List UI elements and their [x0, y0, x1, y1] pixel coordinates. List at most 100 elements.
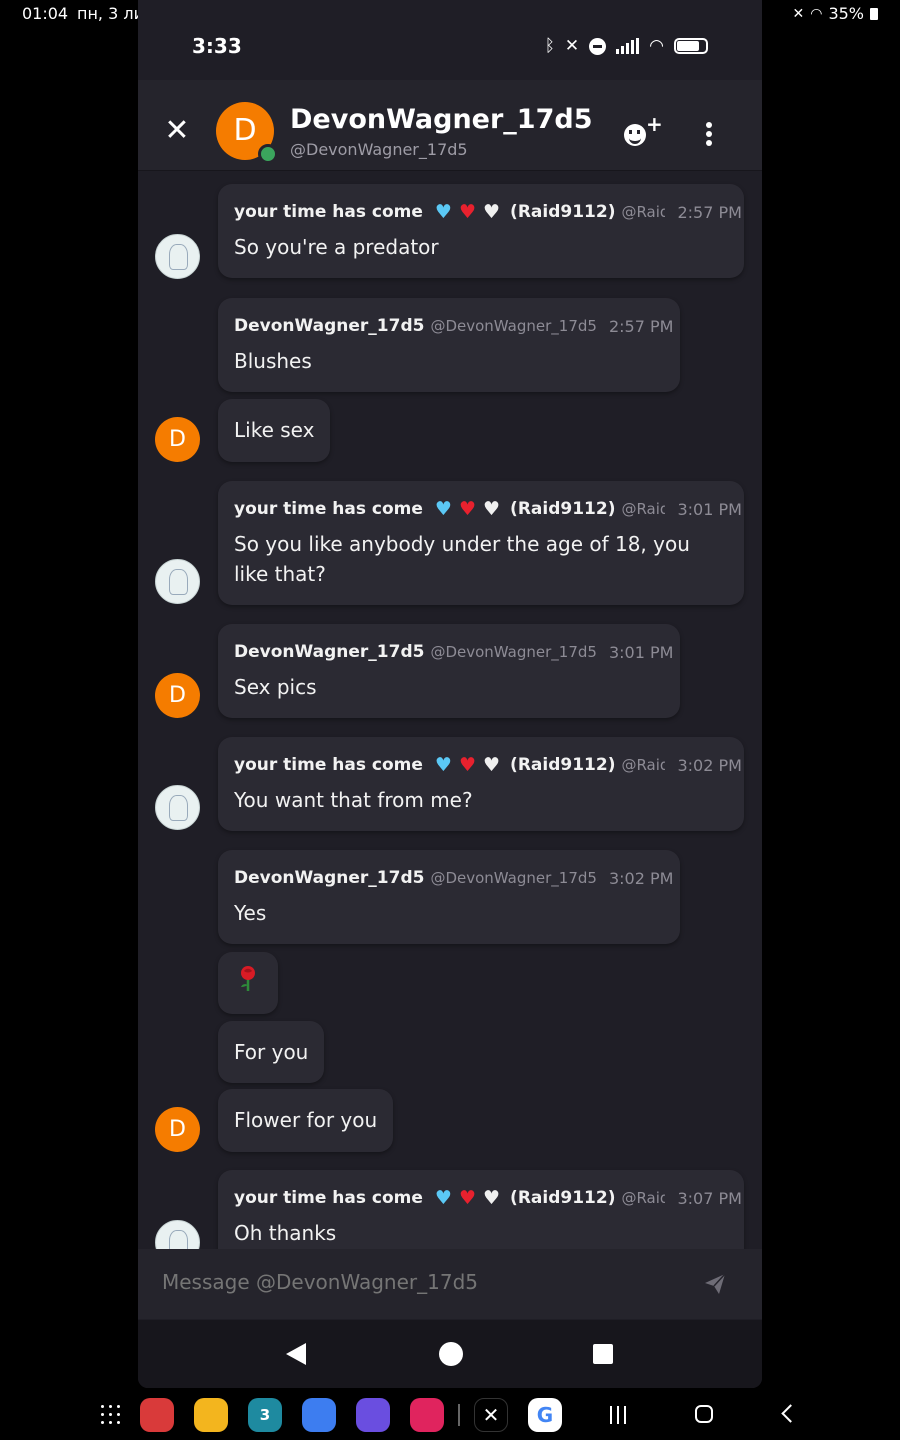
message-author-suffix: (Raid9112) [510, 499, 616, 519]
red-heart-icon: ♥ [458, 753, 476, 776]
back-icon[interactable] [286, 1343, 306, 1365]
x-app-icon[interactable]: ✕ [474, 1398, 508, 1432]
white-heart-icon: ♥ [483, 753, 501, 776]
red-heart-icon: ♥ [458, 497, 476, 520]
red-heart-icon: ♥ [458, 1186, 476, 1209]
signal-icon [616, 38, 640, 54]
message-handle: @DevonWagner_17d5 [430, 869, 597, 887]
blue-heart-icon: ♥ [434, 200, 452, 223]
message-bubble[interactable]: your time has come ♥ ♥ ♥ (Raid9112) @Raid9… [218, 1170, 744, 1249]
blue-heart-icon: ♥ [434, 497, 452, 520]
google-app-icon[interactable]: G [528, 1398, 562, 1432]
message-text: So you like anybody under the age of 18,… [234, 532, 690, 586]
online-status-indicator [258, 144, 278, 164]
message-bubble[interactable]: your time has come ♥ ♥ ♥ (Raid9112) @Raid9… [218, 737, 744, 831]
messages-app-icon[interactable] [302, 1398, 336, 1432]
message-handle: @Raid9112 [621, 1189, 666, 1207]
close-icon[interactable]: ✕ [164, 116, 190, 146]
avatar[interactable] [155, 785, 200, 830]
chat-header: ✕ D DevonWagner_17d5 @DevonWagner_17d5 + [138, 80, 762, 171]
heart-emojis: ♥ ♥ ♥ [435, 753, 501, 776]
message-input[interactable] [160, 1269, 684, 1295]
home-icon[interactable] [695, 1405, 713, 1423]
phone-clock: 3:33 [192, 34, 242, 58]
avatar[interactable] [155, 559, 200, 604]
browser-app-icon[interactable] [356, 1398, 390, 1432]
message-text: So you're a predator [234, 235, 439, 259]
message-author-suffix: (Raid9112) [510, 755, 616, 775]
message-row: DevonWagner_17d5 @DevonWagner_17d5 3:02 … [138, 850, 762, 944]
message-handle: @Raid9112 [621, 756, 666, 774]
message-list[interactable]: your time has come ♥ ♥ ♥ (Raid9112) @Raid9… [138, 171, 762, 1249]
message-time: 2:57 PM [677, 202, 742, 222]
message-author[interactable]: DevonWagner_17d5 [234, 868, 424, 888]
battery-icon [870, 7, 878, 20]
message-author[interactable]: DevonWagner_17d5 [234, 642, 424, 662]
message-author[interactable]: your time has come [234, 499, 423, 519]
message-row [138, 952, 762, 1014]
message-row: your time has come ♥ ♥ ♥ (Raid9112) @Raid9… [138, 1170, 762, 1249]
message-time: 3:02 PM [608, 868, 674, 888]
message-bubble[interactable]: Like sex [218, 399, 330, 462]
device-clock: 01:04 [22, 4, 69, 23]
message-time: 3:02 PM [677, 755, 742, 775]
app-drawer-icon[interactable] [101, 1405, 121, 1425]
do-not-disturb-icon [589, 37, 607, 55]
phone-navigation-bar [138, 1320, 762, 1388]
send-icon[interactable] [704, 1273, 726, 1295]
avatar[interactable]: D [155, 417, 200, 462]
white-heart-icon: ♥ [483, 1186, 501, 1209]
message-bubble[interactable]: Flower for you [218, 1089, 393, 1152]
home-icon[interactable] [439, 1342, 463, 1366]
taskbar-divider [458, 1404, 460, 1426]
app-icon-red[interactable] [140, 1398, 174, 1432]
heart-emojis: ♥ ♥ ♥ [434, 497, 500, 520]
message-author[interactable]: your time has come [234, 1188, 423, 1208]
message-author[interactable]: DevonWagner_17d5 [234, 316, 424, 336]
blue-heart-icon: ♥ [434, 1186, 452, 1209]
message-bubble[interactable]: your time has come ♥ ♥ ♥ (Raid9112) @Raid9… [218, 481, 744, 605]
message-text: Blushes [234, 349, 312, 373]
message-text: Sex pics [234, 675, 317, 699]
message-text: For you [234, 1040, 309, 1064]
folder-app-icon[interactable] [194, 1398, 228, 1432]
message-author[interactable]: your time has come [234, 202, 423, 222]
phone-status-icons: ᛒ ✕ ◠ [545, 36, 708, 56]
message-row: your time has come ♥ ♥ ♥ (Raid9112) @Raid9… [138, 737, 762, 831]
message-bubble[interactable]: DevonWagner_17d5 @DevonWagner_17d5 3:01 … [218, 624, 680, 718]
message-bubble[interactable] [218, 952, 278, 1014]
phone-status-bar: 3:33 ᛒ ✕ ◠ [138, 28, 762, 68]
message-composer [138, 1249, 762, 1319]
message-time: 2:57 PM [608, 316, 674, 336]
more-options-icon[interactable] [706, 122, 712, 146]
message-row: For you [138, 1021, 762, 1083]
message-time: 3:01 PM [677, 499, 742, 519]
message-time: 3:07 PM [677, 1188, 742, 1208]
back-icon[interactable] [781, 1404, 800, 1423]
recent-apps-icon[interactable] [593, 1344, 613, 1364]
device-status-right: ✕ ◠ 35% [792, 4, 878, 23]
camera-app-icon[interactable] [410, 1398, 444, 1432]
avatar[interactable] [155, 234, 200, 279]
message-row: D Flower for you [138, 1089, 762, 1152]
message-text: You want that from me? [234, 788, 473, 812]
recent-apps-icon[interactable] [610, 1406, 628, 1424]
message-author[interactable]: your time has come [234, 755, 423, 775]
page-title[interactable]: DevonWagner_17d5 [290, 104, 593, 135]
message-bubble[interactable]: For you [218, 1021, 324, 1083]
message-row: D Like sex [138, 399, 762, 462]
avatar[interactable]: D [155, 1107, 200, 1152]
add-friend-icon[interactable]: + [624, 112, 663, 148]
avatar[interactable] [155, 1220, 200, 1249]
message-bubble[interactable]: DevonWagner_17d5 @DevonWagner_17d5 2:57 … [218, 298, 680, 392]
calendar-app-icon[interactable]: 3 [248, 1398, 282, 1432]
message-bubble[interactable]: DevonWagner_17d5 @DevonWagner_17d5 3:02 … [218, 850, 680, 944]
red-heart-icon: ♥ [458, 200, 476, 223]
white-heart-icon: ♥ [483, 200, 501, 223]
message-handle: @Raid9112 [621, 203, 666, 221]
wifi-icon: ◠ [649, 36, 664, 56]
message-bubble[interactable]: your time has come ♥ ♥ ♥ (Raid9112) @Raid9… [218, 184, 744, 278]
phone-screen: 3:33 ᛒ ✕ ◠ ✕ D DevonWagner_17d5 @DevonWa… [138, 0, 762, 1388]
avatar[interactable]: D [155, 673, 200, 718]
bluetooth-icon: ᛒ [544, 36, 555, 56]
